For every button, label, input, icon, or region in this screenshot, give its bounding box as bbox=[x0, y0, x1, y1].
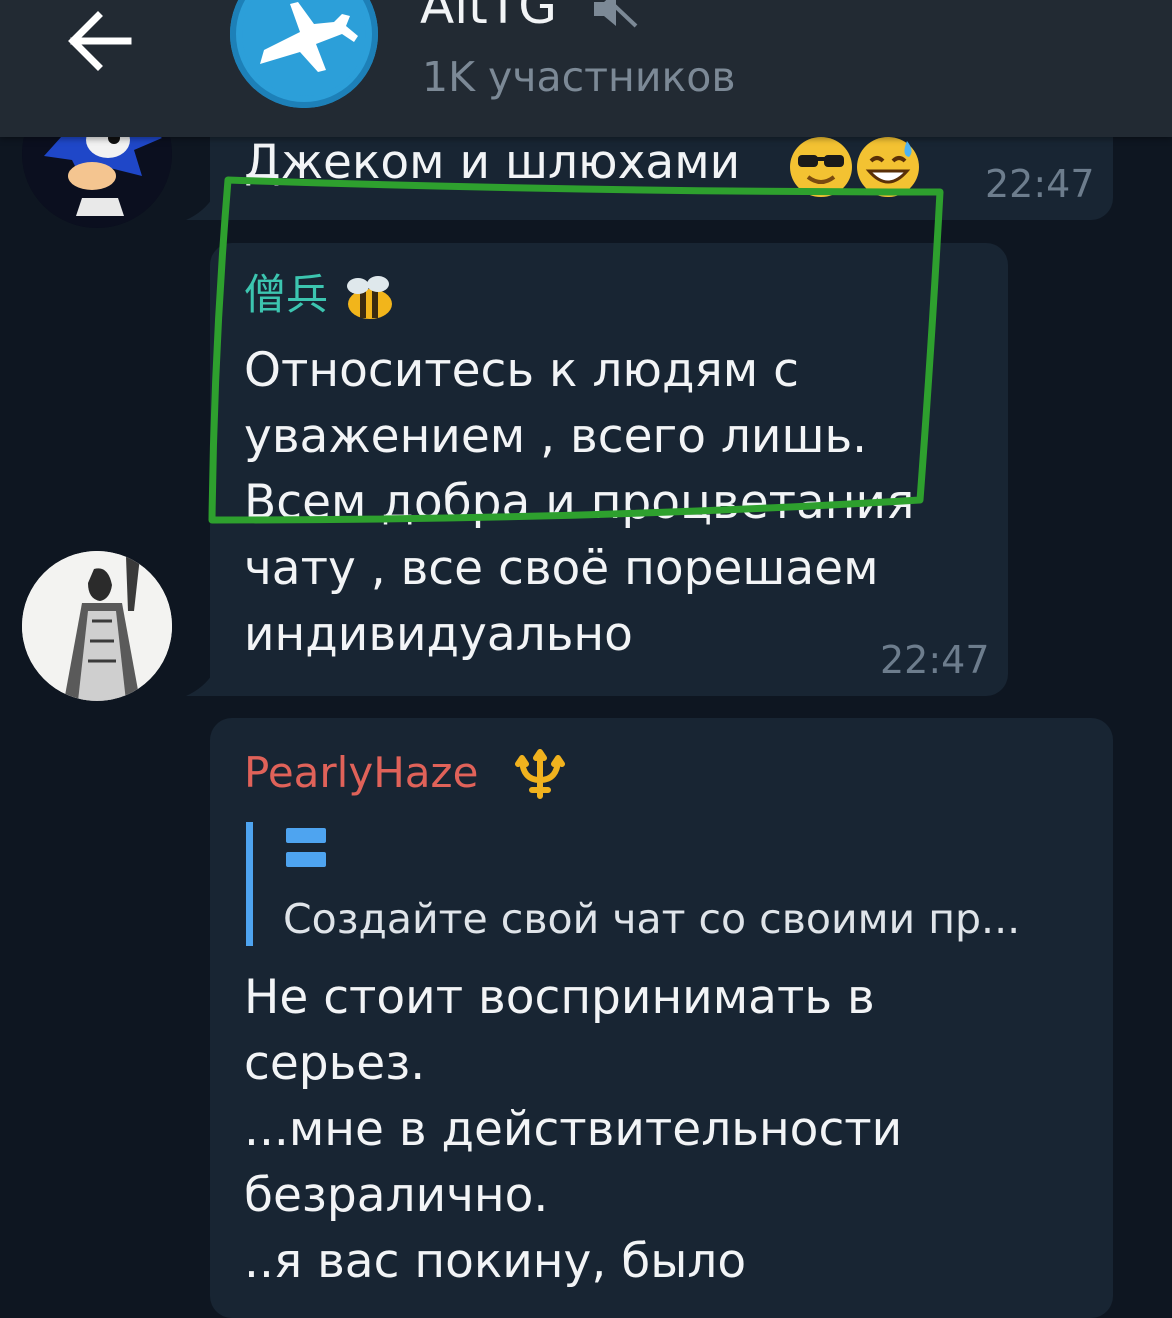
message-text: Не стоит воспринимать в серьез. ...мне в… bbox=[244, 970, 903, 1289]
message-text: Джеком и шлюхами bbox=[244, 135, 741, 190]
reply-bar[interactable] bbox=[246, 822, 253, 946]
author-name: 僧兵 bbox=[244, 270, 329, 319]
user-avatar[interactable] bbox=[22, 551, 172, 701]
member-count: 1K участников bbox=[422, 53, 736, 101]
chat-avatar[interactable] bbox=[230, 0, 378, 108]
reply-preview-text[interactable]: Создайте свой чат со своими пр... bbox=[283, 892, 1020, 946]
bubble-tail bbox=[186, 196, 214, 220]
message-time: 22:47 bbox=[985, 162, 1095, 206]
grinning-face-with-sweat-icon bbox=[857, 137, 919, 197]
trident-icon bbox=[515, 749, 565, 799]
bubble-tail bbox=[186, 672, 214, 696]
chat-title[interactable]: AltTG bbox=[420, 0, 557, 34]
author-name: PearlyHaze bbox=[244, 748, 479, 797]
honeybee-icon bbox=[347, 276, 392, 319]
smiling-face-with-sunglasses-icon bbox=[790, 137, 852, 197]
message-author[interactable]: 僧兵 bbox=[244, 270, 328, 320]
arrow-left-icon[interactable] bbox=[64, 10, 134, 72]
chat-header: AltTG 1K участников bbox=[0, 0, 1172, 137]
message-time: 22:47 bbox=[880, 638, 990, 682]
equals-sign-icon bbox=[286, 828, 326, 867]
armored-figure-icon bbox=[22, 551, 172, 701]
message-text: Относитесь к людям с уважением , всего л… bbox=[244, 343, 915, 662]
muted-speaker-icon bbox=[594, 0, 638, 28]
message-author[interactable]: PearlyHaze bbox=[244, 748, 478, 798]
jet-plane-icon bbox=[242, 0, 366, 96]
